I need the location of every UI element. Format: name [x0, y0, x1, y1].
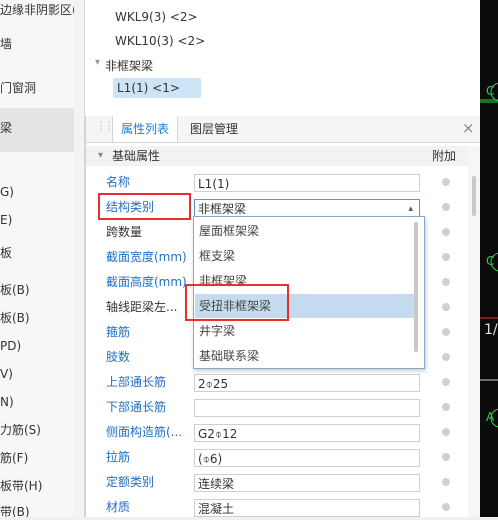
dropdown-option[interactable]: 屋面框架梁 [195, 219, 416, 243]
add-checkbox[interactable] [442, 353, 450, 361]
add-column-header: 附加 [432, 149, 457, 163]
nav-item-selected[interactable]: 梁 [0, 108, 74, 152]
dropdown-arrow-icon[interactable]: ▴ [408, 200, 413, 216]
nav-item[interactable]: 边缘非阴影区(Z [0, 0, 74, 20]
nav-item[interactable]: N) [0, 390, 74, 414]
canvas-axis-label: C [486, 254, 495, 268]
add-checkbox[interactable] [442, 178, 450, 186]
tree-item[interactable]: WKL9(3) <2> [115, 10, 198, 24]
property-value[interactable]: G2⌽12 [194, 424, 420, 442]
add-checkbox[interactable] [442, 303, 450, 311]
nav-item[interactable]: 板(B) [0, 278, 74, 302]
collapse-arrow-icon[interactable]: ▾ [95, 57, 100, 68]
add-checkbox[interactable] [442, 478, 450, 486]
property-label: 拉筋 [106, 450, 131, 464]
property-label: 轴线距梁左... [106, 300, 178, 314]
property-value[interactable]: 2⌽25 [194, 374, 420, 392]
drawing-canvas[interactable]: C C 1/ A [480, 0, 498, 517]
property-row: 下部通长筋 [86, 395, 468, 420]
canvas-axis-label: C [486, 84, 495, 98]
nav-item[interactable]: 带(B) [0, 500, 74, 517]
add-checkbox[interactable] [442, 378, 450, 386]
property-label: 截面宽度(mm) [106, 250, 187, 264]
nav-item[interactable]: 板 [0, 236, 74, 270]
property-value[interactable] [194, 399, 420, 417]
canvas-axis-label: 1/ [484, 322, 498, 338]
property-label: 肢数 [106, 350, 131, 364]
nav-item[interactable]: 板(B) [0, 306, 74, 330]
dropdown-scrollbar[interactable] [414, 222, 418, 352]
select-value: 非框架梁 [198, 202, 247, 216]
nav-item[interactable]: PD) [0, 334, 74, 358]
dropdown-option[interactable]: 基础联系梁 [195, 344, 416, 368]
property-value[interactable]: 连续梁 [194, 474, 420, 492]
tree-group-label[interactable]: 非框架梁 [105, 57, 153, 74]
component-tree: WKL9(3) <2> WKL10(3) <2> ▾ 非框架梁 L1(1) <1… [85, 0, 480, 117]
nav-item[interactable]: 门窗洞 [0, 76, 74, 100]
add-checkbox[interactable] [442, 328, 450, 336]
property-row: 上部通长筋 2⌽25 [86, 370, 468, 395]
add-checkbox[interactable] [442, 228, 450, 236]
property-label: 侧面构造筋(... [106, 425, 183, 439]
property-label: 上部通长筋 [106, 375, 167, 389]
add-checkbox[interactable] [442, 278, 450, 286]
panel-tabbar: ⋮⋮ 属性列表 图层管理 × [86, 116, 481, 143]
add-checkbox[interactable] [442, 503, 450, 511]
property-row: 侧面构造筋(... G2⌽12 [86, 420, 468, 445]
property-label: 箍筋 [106, 325, 131, 339]
highlight-box-option [185, 284, 289, 321]
add-checkbox[interactable] [442, 403, 450, 411]
dropdown-option[interactable]: 框支梁 [195, 244, 416, 268]
property-label: 下部通长筋 [106, 400, 167, 414]
nav-item[interactable]: G) [0, 180, 74, 204]
property-label: 跨数量 [106, 225, 143, 239]
add-checkbox[interactable] [442, 203, 450, 211]
property-value[interactable]: (⌽6) [194, 449, 420, 467]
section-title: 基础属性 [112, 149, 161, 163]
property-label: 名称 [106, 175, 131, 189]
tree-item-selected[interactable]: L1(1) <1> [113, 78, 201, 98]
add-checkbox[interactable] [442, 428, 450, 436]
section-header[interactable]: ▾ 基础属性 附加 [86, 146, 468, 166]
nav-scrollbar[interactable] [74, 0, 85, 517]
property-label: 材质 [106, 500, 131, 514]
component-nav: 边缘非阴影区(Z 墙 门窗洞 梁 G) E) 板 板(B) 板(B) PD) V… [0, 0, 75, 517]
nav-item[interactable]: V) [0, 362, 74, 386]
property-value[interactable]: 混凝土 [194, 499, 420, 517]
property-label: 截面高度(mm) [106, 275, 187, 289]
tree-item[interactable]: WKL10(3) <2> [115, 34, 205, 48]
add-checkbox[interactable] [442, 453, 450, 461]
property-row: 材质 混凝土 [86, 495, 468, 520]
collapse-arrow-icon[interactable]: ▾ [98, 146, 103, 166]
add-checkbox[interactable] [442, 253, 450, 261]
nav-item[interactable]: E) [0, 208, 74, 232]
close-icon[interactable]: × [462, 119, 475, 137]
structure-type-select[interactable]: 非框架梁 ▴ [194, 199, 420, 217]
property-row: 定额类别 连续梁 [86, 470, 468, 495]
nav-item[interactable]: 墙 [0, 32, 74, 56]
nav-item[interactable]: 筋(F) [0, 446, 74, 470]
property-row: 名称 L1(1) [86, 170, 468, 195]
canvas-axis-label: A [486, 410, 495, 424]
property-value[interactable]: L1(1) [194, 174, 420, 192]
scrollbar-thumb[interactable] [472, 176, 476, 216]
nav-item[interactable]: 力筋(S) [0, 418, 74, 442]
dropdown-option[interactable]: 井字梁 [195, 319, 416, 343]
tab-layer-management[interactable]: 图层管理 [182, 116, 246, 142]
property-row: 拉筋 (⌽6) [86, 445, 468, 470]
nav-item[interactable]: 板带(H) [0, 474, 74, 498]
drag-handle-icon[interactable]: ⋮⋮ [96, 121, 114, 132]
property-label: 定额类别 [106, 475, 155, 489]
highlight-box-structure-label [98, 193, 191, 220]
tab-property-list[interactable]: 属性列表 [112, 116, 179, 142]
panel-scrollbar[interactable] [468, 146, 480, 517]
